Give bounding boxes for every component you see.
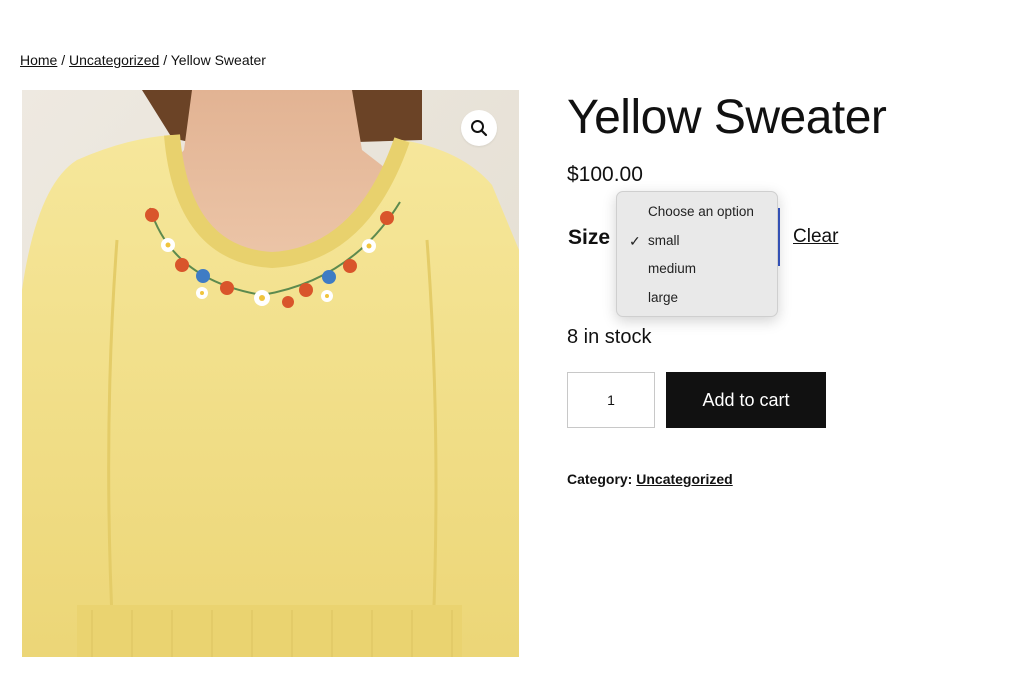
stock-status: 8 in stock <box>567 326 652 348</box>
size-label: Size <box>568 226 611 249</box>
breadcrumb-separator: / <box>61 52 66 68</box>
size-option-medium[interactable]: medium <box>617 255 777 284</box>
clear-selection-link[interactable]: Clear <box>793 226 838 248</box>
size-select-dropdown[interactable]: Choose an option ✓ small medium large <box>616 191 778 317</box>
checkmark-icon: ✓ <box>629 232 641 249</box>
category-link[interactable]: Uncategorized <box>636 471 732 487</box>
sweater-photo <box>22 90 519 657</box>
product-price: $100.00 <box>567 163 643 186</box>
option-label: Choose an option <box>648 204 754 219</box>
breadcrumb: Home / Uncategorized / Yellow Sweater <box>20 52 266 68</box>
product-image[interactable] <box>22 90 519 657</box>
category-label: Category: <box>567 471 633 487</box>
quantity-input[interactable] <box>567 372 655 428</box>
option-label: medium <box>648 261 697 276</box>
breadcrumb-home-link[interactable]: Home <box>20 52 57 68</box>
product-meta: Category: Uncategorized <box>567 471 733 487</box>
add-to-cart-button[interactable]: Add to cart <box>666 372 826 428</box>
product-title: Yellow Sweater <box>567 91 887 144</box>
option-label: small <box>648 232 680 248</box>
option-label: large <box>648 289 679 305</box>
magnifier-icon <box>471 120 488 137</box>
zoom-button[interactable] <box>461 110 497 146</box>
breadcrumb-current: Yellow Sweater <box>170 52 266 68</box>
breadcrumb-category-link[interactable]: Uncategorized <box>69 52 159 68</box>
size-option-small[interactable]: ✓ small <box>617 227 777 256</box>
breadcrumb-separator: / <box>163 52 168 68</box>
size-option-placeholder[interactable]: Choose an option <box>617 198 777 227</box>
size-select-focus-edge[interactable] <box>778 208 780 266</box>
size-option-large[interactable]: large <box>617 284 777 313</box>
